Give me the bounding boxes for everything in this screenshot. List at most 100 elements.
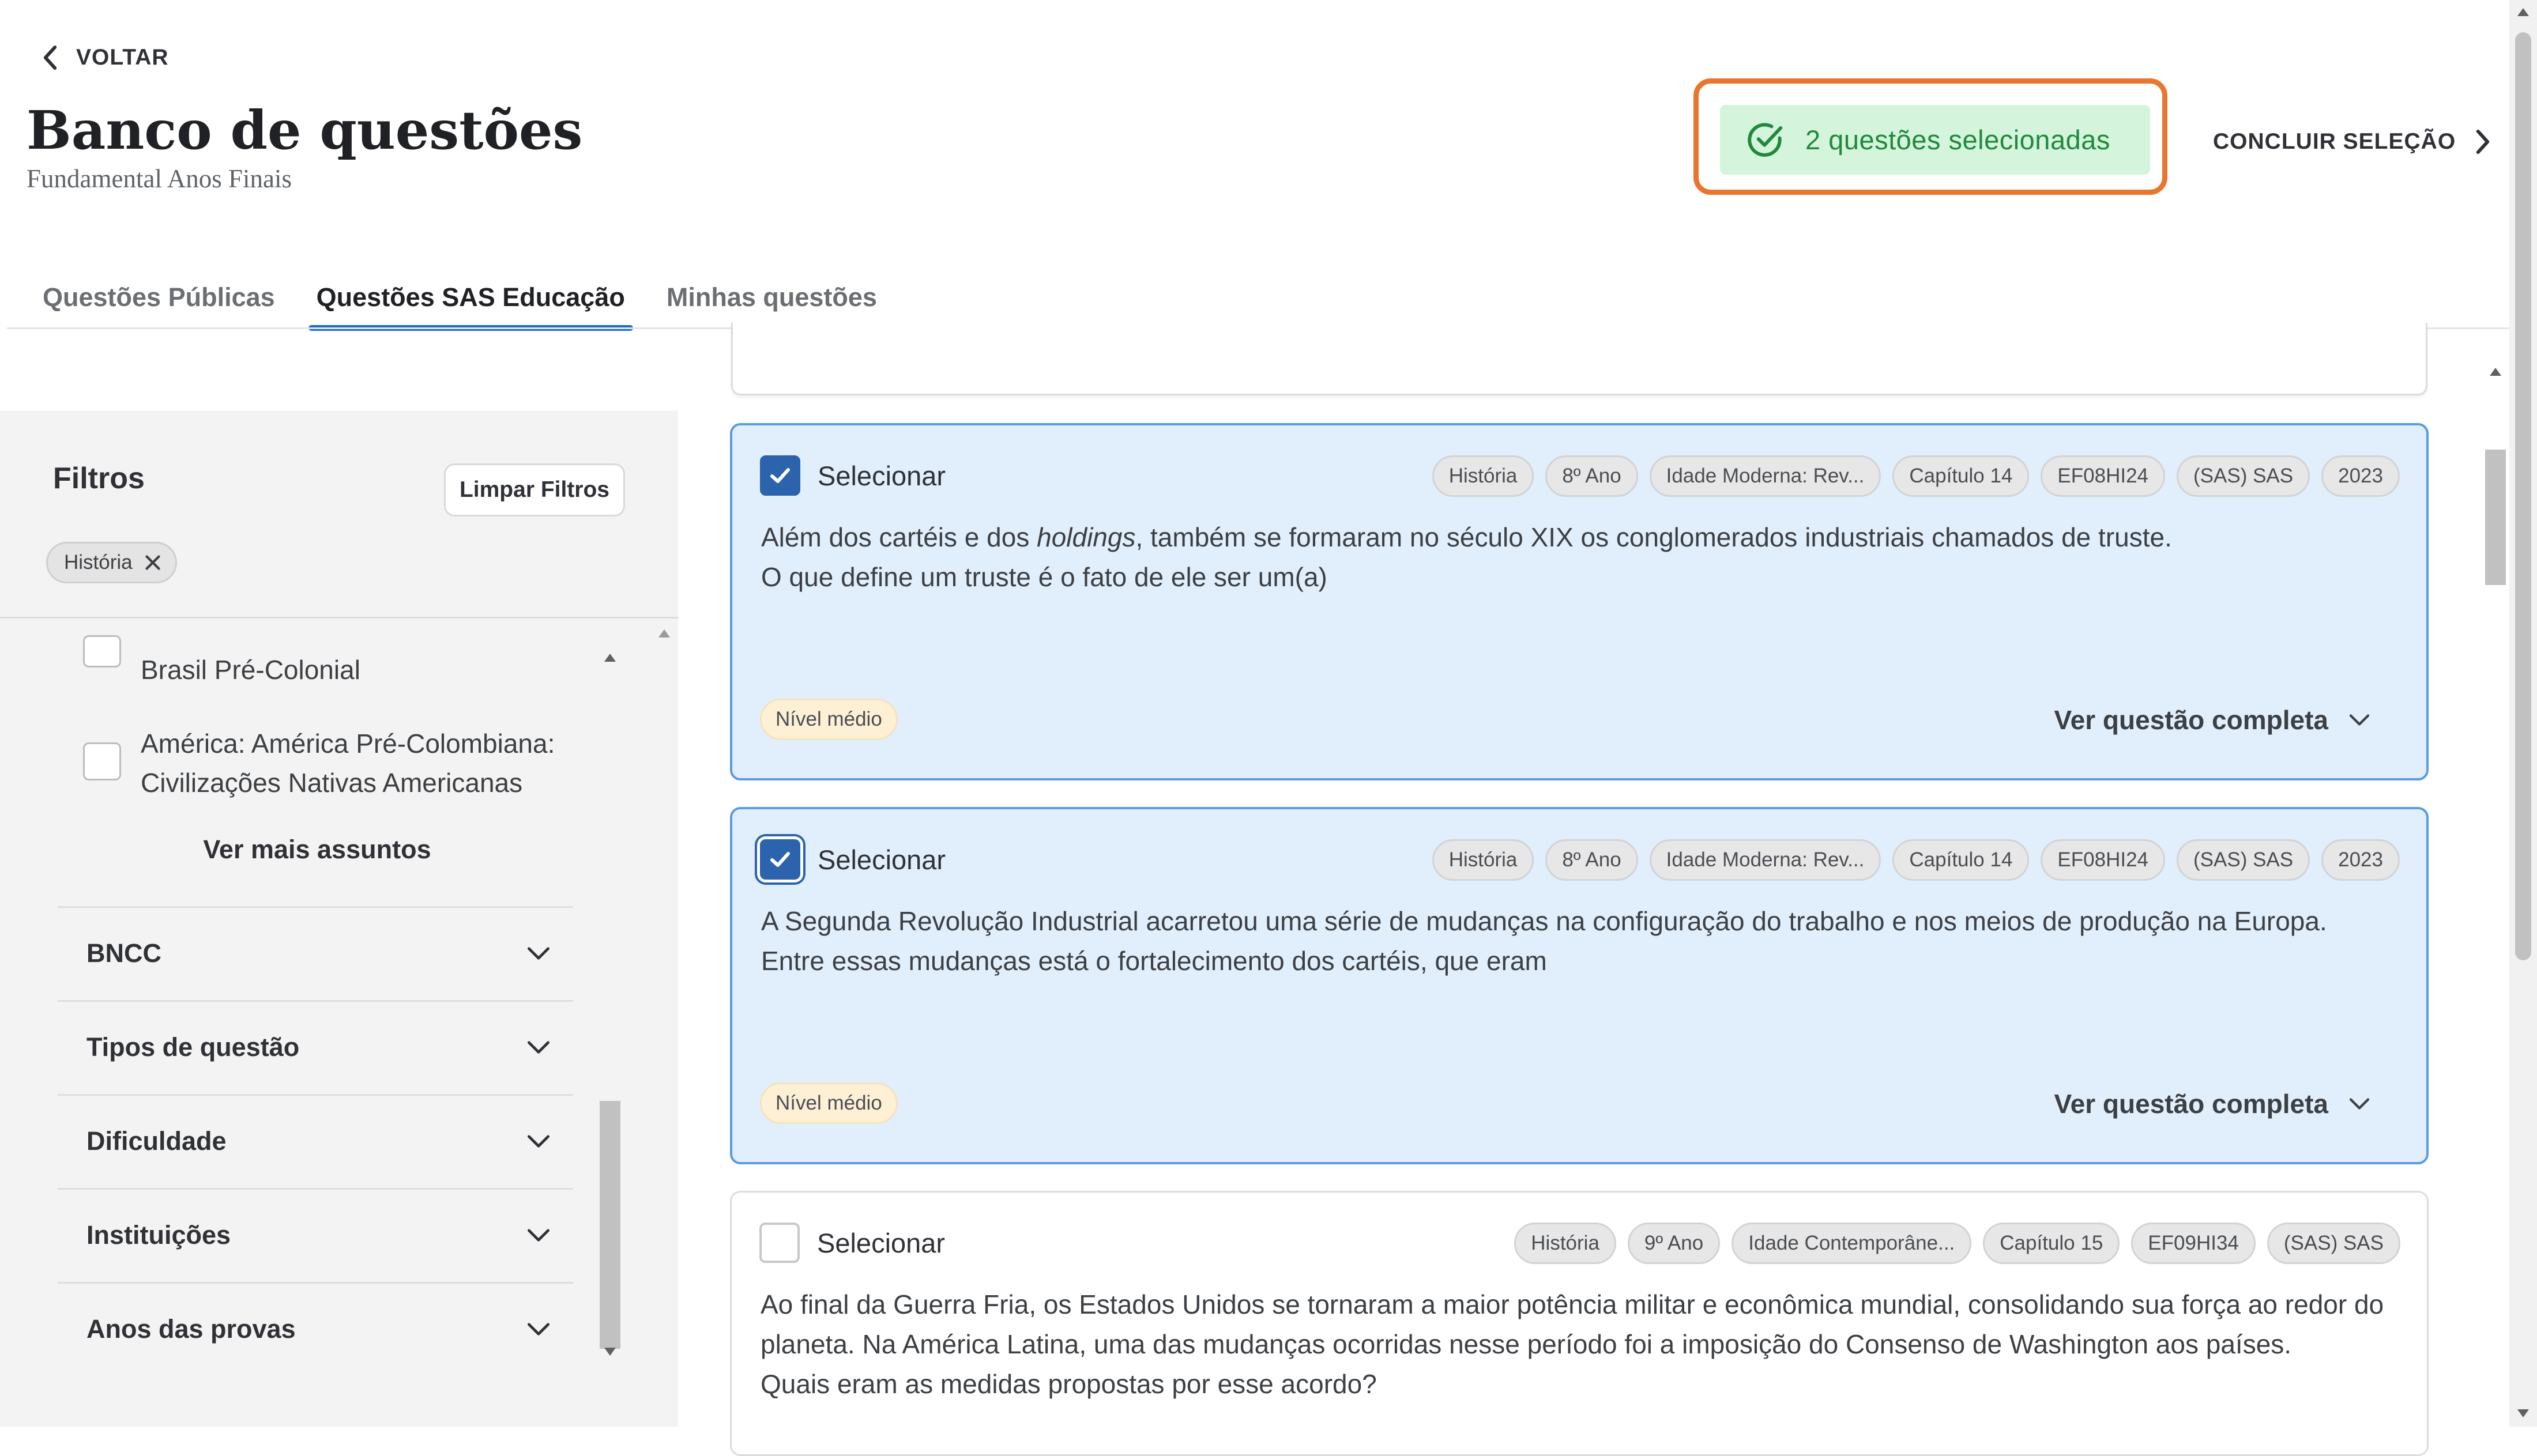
selected-count-text: 2 questões selecionadas [1805, 125, 2110, 155]
filter-section-label: Instituições [86, 1220, 231, 1250]
scroll-down-arrow[interactable] [2517, 1409, 2529, 1417]
tag-chapter: Capítulo 14 [1892, 455, 2030, 497]
scroll-up-arrow[interactable] [2517, 8, 2529, 16]
subject-item-america: América: América Pré-Colombiana: Civiliz… [83, 724, 567, 802]
questions-scroll-thumb[interactable] [2485, 450, 2506, 585]
page-subtitle: Fundamental Anos Finais [27, 164, 292, 193]
panel-scroll-up-arrow[interactable] [658, 629, 670, 638]
tab-sas-questions[interactable]: Questões SAS Educação [308, 282, 634, 331]
tag-discipline: História [1514, 1223, 1616, 1264]
tab-my-questions[interactable]: Minhas questões [658, 282, 885, 329]
subject-checkbox[interactable] [83, 742, 121, 780]
previous-question-card [731, 323, 2427, 395]
question-text: Além dos cartéis e dos holdings, também … [761, 518, 2399, 597]
tab-public-questions[interactable]: Questões Públicas [35, 282, 283, 329]
filter-section-question-types[interactable]: Tipos de questão [58, 1000, 573, 1092]
question-text-line: planeta. Na América Latina, uma das muda… [761, 1329, 2292, 1359]
select-control[interactable]: Selecionar [759, 1223, 945, 1263]
see-full-question-label: Ver questão completa [2054, 1089, 2329, 1119]
tag-grade: 8º Ano [1545, 455, 1638, 497]
filter-section-bncc[interactable]: BNCC [58, 906, 573, 998]
questions-scrollbar[interactable] [2483, 357, 2508, 1427]
chevron-right-icon [2476, 129, 2490, 154]
see-full-question-label: Ver questão completa [2054, 705, 2329, 735]
filter-section-label: Dificuldade [86, 1126, 227, 1156]
tag-grade: 9º Ano [1627, 1223, 1721, 1264]
question-text-line: Quais eram as medidas propostas por esse… [761, 1369, 1377, 1399]
filters-divider [0, 617, 678, 618]
scroll-up-arrow[interactable] [604, 654, 616, 662]
back-button[interactable]: VOLTAR [40, 40, 169, 75]
tag-grade: 8º Ano [1545, 839, 1638, 881]
difficulty-badge: Nível médio [760, 699, 898, 740]
question-text-line: Entre essas mudanças está o fortalecimen… [761, 946, 1547, 976]
clear-filters-button[interactable]: Limpar Filtros [444, 463, 625, 516]
filter-section-exam-years[interactable]: Anos das provas [58, 1282, 573, 1374]
chevron-down-icon [2349, 1098, 2370, 1110]
question-text-line: Ao final da Guerra Fria, os Estados Unid… [761, 1289, 2384, 1319]
select-label: Selecionar [818, 844, 946, 875]
subject-item-brasil: Brasil Pré-Colonial [83, 635, 360, 689]
page-scrollbar[interactable] [2509, 0, 2537, 1427]
selected-count-badge: 2 questões selecionadas [1720, 105, 2150, 175]
difficulty-badge: Nível médio [760, 1082, 898, 1124]
select-checkbox[interactable] [760, 455, 800, 496]
filter-section-institutions[interactable]: Instituições [58, 1188, 573, 1280]
chevron-down-icon [528, 1134, 549, 1148]
filter-section-label: BNCC [86, 938, 161, 968]
scroll-down-arrow[interactable] [604, 1348, 616, 1356]
filters-scroll-thumb[interactable] [600, 1101, 620, 1349]
question-text: Ao final da Guerra Fria, os Estados Unid… [761, 1285, 2398, 1404]
filter-section-label: Anos das provas [86, 1314, 296, 1344]
filters-scrollbar[interactable] [596, 634, 625, 1366]
tag-bncc-code: EF09HI34 [2131, 1223, 2256, 1264]
close-icon[interactable] [144, 554, 161, 571]
filters-title: Filtros [53, 462, 145, 495]
select-label: Selecionar [817, 1227, 946, 1258]
active-filter-label: História [64, 551, 133, 574]
check-icon [770, 468, 790, 483]
select-control[interactable]: Selecionar [760, 839, 946, 880]
scroll-up-arrow[interactable] [2490, 368, 2501, 376]
tag-topic: Idade Contemporâne... [1732, 1223, 1972, 1264]
active-filter-chip: História [46, 542, 177, 583]
chevron-down-icon [528, 1322, 549, 1336]
question-card: Selecionar História 8º Ano Idade Moderna… [730, 423, 2429, 780]
conclude-selection-label: CONCLUIR SELEÇÃO [2213, 129, 2456, 154]
question-tags: História 8º Ano Idade Moderna: Rev... Ca… [1432, 455, 2400, 497]
tag-source: (SAS) SAS [2177, 455, 2310, 497]
filter-section-label: Tipos de questão [86, 1032, 300, 1062]
question-tags: História 9º Ano Idade Contemporâne... Ca… [1514, 1223, 2400, 1264]
select-control[interactable]: Selecionar [760, 455, 946, 496]
filter-section-difficulty[interactable]: Dificuldade [58, 1094, 573, 1186]
see-more-subjects-button[interactable]: Ver mais assuntos [115, 835, 519, 865]
page-title: Banco de questões [27, 99, 583, 161]
see-full-question-button[interactable]: Ver questão completa [2054, 704, 2370, 735]
tag-chapter: Capítulo 15 [1983, 1223, 2120, 1264]
chevron-down-icon [2349, 714, 2370, 726]
page-scroll-thumb[interactable] [2515, 32, 2531, 960]
tag-bncc-code: EF08HI24 [2041, 839, 2166, 881]
chevron-down-icon [528, 1228, 549, 1242]
chevron-left-icon [43, 45, 57, 70]
subject-label: Brasil Pré-Colonial [141, 655, 360, 685]
question-text-line: Além dos cartéis e dos holdings, também … [761, 522, 2172, 552]
subject-label: América: América Pré-Colombiana: Civiliz… [141, 729, 555, 798]
question-text-line: A Segunda Revolução Industrial acarretou… [761, 906, 2327, 936]
subject-checkbox[interactable] [83, 635, 121, 667]
chevron-down-icon [528, 946, 549, 960]
see-full-question-button[interactable]: Ver questão completa [2054, 1088, 2370, 1119]
select-checkbox[interactable] [760, 839, 800, 880]
chevron-down-icon [528, 1040, 549, 1054]
question-text-line: O que define um truste é o fato de ele s… [761, 562, 1327, 592]
tag-topic: Idade Moderna: Rev... [1649, 455, 1881, 497]
question-text: A Segunda Revolução Industrial acarretou… [761, 901, 2399, 981]
select-checkbox[interactable] [759, 1223, 800, 1263]
tag-bncc-code: EF08HI24 [2041, 455, 2166, 497]
tag-source: (SAS) SAS [2177, 839, 2310, 881]
check-icon [770, 852, 790, 867]
back-label: VOLTAR [76, 45, 169, 70]
conclude-selection-button[interactable]: CONCLUIR SELEÇÃO [2213, 126, 2491, 158]
question-card: Selecionar História 9º Ano Idade Contemp… [730, 1191, 2429, 1456]
tag-chapter: Capítulo 14 [1892, 839, 2030, 881]
